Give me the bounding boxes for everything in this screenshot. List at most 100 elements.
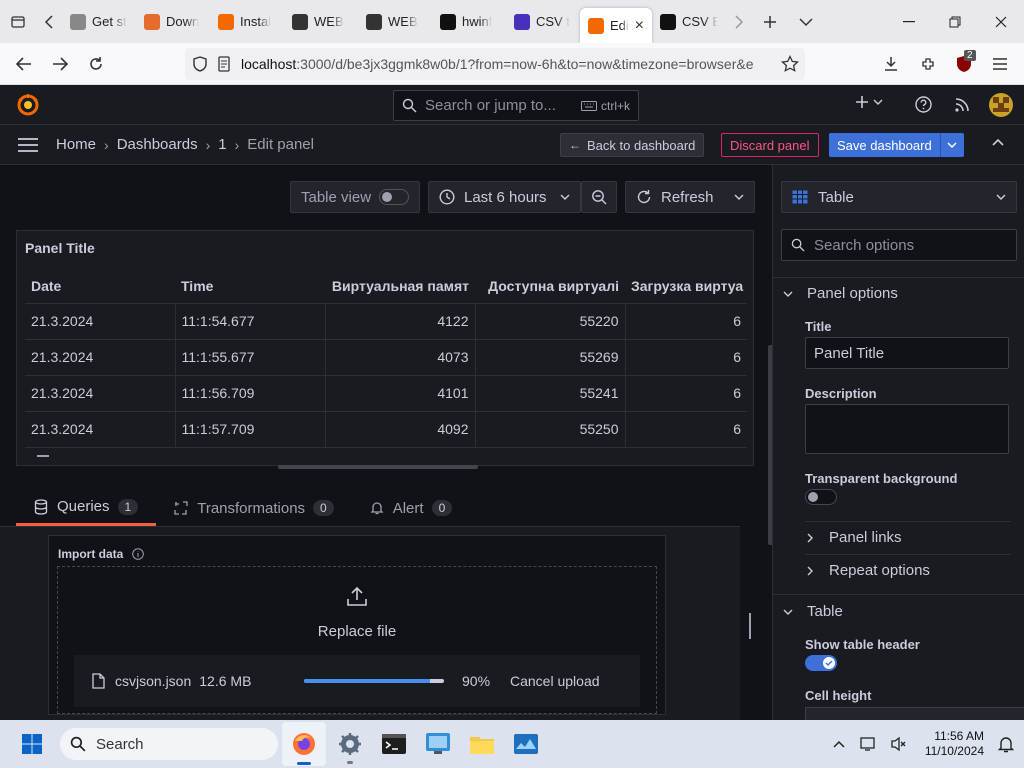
save-dashboard-button[interactable]: Save dashboard (829, 133, 964, 157)
downloads-icon[interactable] (873, 43, 909, 85)
address-bar[interactable]: localhost:3000/d/be3jx3ggmk8w0b/1?from=n… (185, 48, 805, 80)
new-tab-icon[interactable] (752, 0, 788, 43)
transparent-background-switch[interactable] (805, 489, 837, 505)
close-window-icon[interactable] (978, 0, 1024, 43)
file-size: 12.6 MB (199, 673, 252, 689)
monitor-taskbar-icon[interactable] (504, 722, 548, 766)
tracking-shield-icon[interactable] (193, 56, 207, 72)
firefox-taskbar-icon[interactable] (282, 722, 326, 766)
browser-tab[interactable]: WEB (284, 0, 358, 43)
menu-toggle-icon[interactable] (18, 137, 38, 152)
breadcrumb-dashboard[interactable]: 1 (218, 136, 226, 153)
tab-transformations-count: 0 (313, 500, 334, 516)
browser-tab[interactable]: WEB (358, 0, 432, 43)
tabs-scroll-left-icon[interactable] (36, 0, 62, 43)
browser-tab[interactable]: Get st (62, 0, 136, 43)
repeat-options-section[interactable]: Repeat options (807, 562, 930, 579)
table-row: 21.3.2024 11:1:56.709 4101 55241 6 (25, 375, 747, 412)
news-feed-icon[interactable] (955, 97, 970, 112)
column-header[interactable]: Доступна виртуалі (475, 269, 625, 304)
browser-tab[interactable]: hwinf (432, 0, 506, 43)
collapse-header-icon[interactable] (992, 138, 1004, 146)
column-header[interactable]: Виртуальная памят (325, 269, 475, 304)
clock[interactable]: 11:56 AM 11/10/2024 (914, 729, 984, 759)
title-input-value: Panel Title (814, 344, 885, 362)
tab-queries[interactable]: Queries 1 (16, 490, 157, 526)
file-explorer-taskbar-icon[interactable] (460, 722, 504, 766)
forward-icon[interactable] (42, 43, 78, 85)
browser-tab[interactable]: Edi × (580, 8, 652, 43)
minimize-icon[interactable] (886, 0, 932, 43)
cell-height-selector[interactable] (805, 707, 1024, 720)
visualization-picker[interactable]: Table (781, 181, 1017, 213)
volume-muted-icon[interactable] (884, 722, 914, 766)
page-info-icon[interactable] (217, 56, 231, 72)
list-tabs-icon[interactable] (788, 0, 824, 43)
column-header[interactable]: Загрузка виртуа (625, 269, 747, 304)
cancel-upload-button[interactable]: Cancel upload (510, 673, 600, 689)
settings-taskbar-icon[interactable] (328, 722, 372, 766)
title-input[interactable]: Panel Title (805, 337, 1009, 369)
breadcrumb-dashboards[interactable]: Dashboards (117, 136, 198, 153)
tab-transformations-label: Transformations (197, 499, 306, 517)
table-cell: 21.3.2024 (25, 411, 175, 448)
table-horizontal-scrollbar[interactable] (278, 465, 478, 469)
browser-tab[interactable]: Instal (210, 0, 284, 43)
reload-icon[interactable] (78, 43, 114, 85)
browser-tab[interactable]: CSV E (652, 0, 726, 43)
table-cell: 4101 (324, 375, 475, 412)
panel-links-section[interactable]: Panel links (807, 529, 902, 546)
save-options-dropdown[interactable] (939, 133, 964, 157)
table-view-toggle[interactable]: Table view (290, 181, 420, 213)
tab-alert[interactable]: Alert 0 (352, 490, 471, 526)
tab-overview-icon[interactable] (0, 0, 36, 43)
query-resize-handle[interactable] (749, 613, 751, 639)
taskbar-search-input[interactable]: Search (60, 728, 278, 760)
table-icon (792, 190, 808, 204)
column-header[interactable]: Time (175, 269, 325, 304)
back-icon[interactable] (6, 43, 42, 85)
browser-tab[interactable]: Down (136, 0, 210, 43)
tabs-scroll-right-icon[interactable] (726, 0, 752, 43)
help-icon[interactable] (915, 96, 932, 113)
extensions-icon[interactable] (910, 43, 946, 85)
zoom-out-button[interactable] (581, 181, 617, 213)
panel-options-section[interactable]: Panel options (781, 285, 898, 302)
search-options-input[interactable]: Search options (781, 229, 1017, 261)
column-header[interactable]: Date (25, 269, 175, 304)
browser-tab[interactable]: CSV t (506, 0, 580, 43)
user-avatar[interactable] (989, 93, 1013, 117)
time-range-picker[interactable]: Last 6 hours (428, 181, 581, 213)
close-tab-icon[interactable]: × (635, 17, 644, 35)
tab-transformations[interactable]: Transformations 0 (156, 490, 352, 526)
app-menu-icon[interactable] (982, 43, 1018, 85)
description-textarea[interactable] (805, 404, 1009, 454)
grafana-logo-icon[interactable] (16, 93, 40, 117)
search-icon (70, 736, 86, 752)
discard-panel-button[interactable]: Discard panel (721, 133, 819, 157)
table-options-section[interactable]: Table (781, 603, 843, 620)
file-drop-zone[interactable]: Replace file csvjson.json 12.6 MB 90% Ca… (57, 566, 657, 714)
control-panel-taskbar-icon[interactable] (416, 722, 460, 766)
import-data-box: Import data Replace file csvjson.json 12… (48, 535, 666, 715)
back-to-dashboard-button[interactable]: ← Back to dashboard (560, 133, 705, 157)
show-table-header-switch[interactable] (805, 655, 837, 671)
refresh-button[interactable]: Refresh (625, 181, 755, 213)
ublock-icon[interactable]: 2 (946, 43, 982, 85)
grafana-search-input[interactable]: Search or jump to... ctrl+k (393, 90, 639, 121)
grafana-search-placeholder: Search or jump to... (425, 97, 556, 114)
table-view-switch[interactable] (379, 189, 409, 205)
restore-icon[interactable] (932, 0, 978, 43)
terminal-taskbar-icon[interactable] (372, 722, 416, 766)
breadcrumb-home[interactable]: Home (56, 136, 96, 153)
bookmark-star-icon[interactable] (772, 43, 808, 85)
notifications-icon[interactable] (988, 722, 1024, 766)
add-new-icon[interactable] (855, 95, 883, 109)
table-cell: 11:1:54.677 (174, 303, 325, 340)
replace-file-label[interactable]: Replace file (58, 623, 656, 640)
show-hidden-icons[interactable] (824, 722, 854, 766)
chevron-down-icon[interactable] (734, 194, 744, 200)
start-icon[interactable] (10, 722, 54, 766)
info-icon[interactable] (132, 548, 145, 560)
network-icon[interactable] (854, 722, 884, 766)
